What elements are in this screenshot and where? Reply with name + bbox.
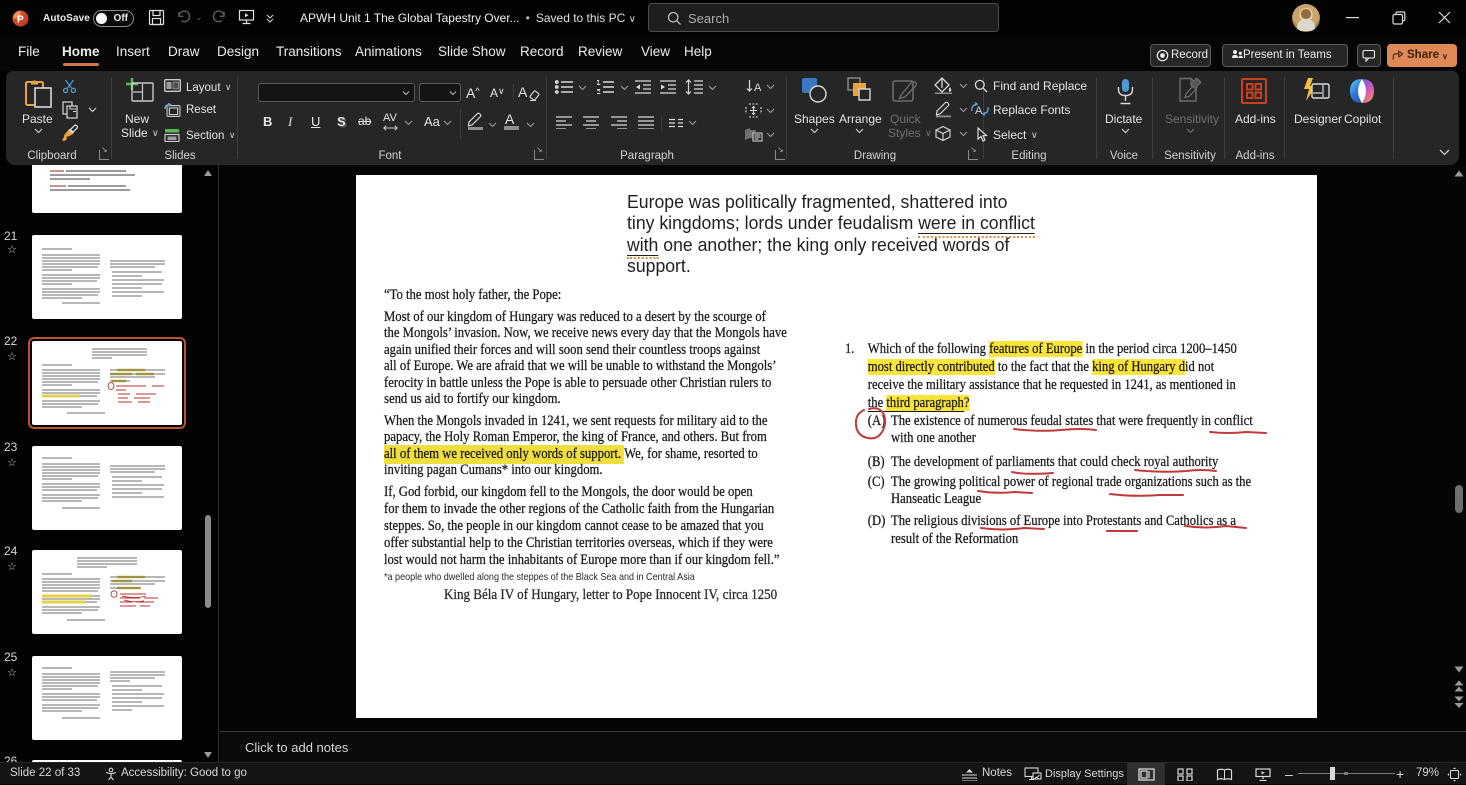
svg-text:A: A [975, 105, 983, 117]
svg-text:P: P [17, 15, 24, 26]
svg-text:A: A [754, 82, 762, 94]
